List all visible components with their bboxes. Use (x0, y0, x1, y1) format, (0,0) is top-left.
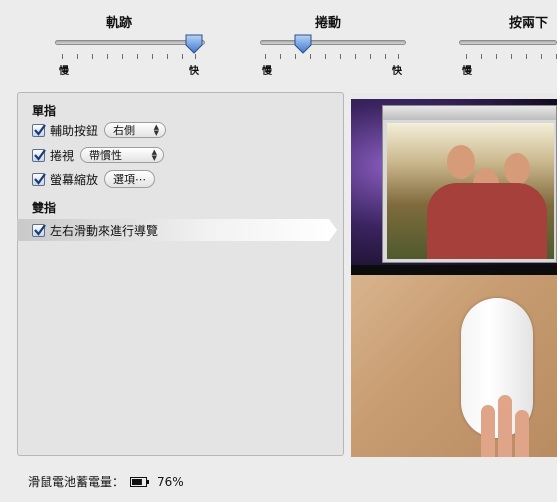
slider-track[interactable] (459, 40, 557, 45)
slider-knob[interactable] (294, 34, 312, 54)
slider-min-label: 慢 (462, 66, 472, 77)
section-title-single-finger: 單指 (32, 104, 57, 118)
slider-max-label: 快 (189, 66, 199, 77)
finger-image (515, 410, 529, 457)
person-face (504, 153, 530, 185)
preview-menubar (351, 93, 557, 99)
zoom-options-button[interactable]: 選項⋯ (104, 170, 156, 188)
slider-track[interactable] (55, 40, 205, 45)
secondary-click-popup[interactable]: 右側 ▲ ▼ (104, 122, 167, 138)
option-swipe-navigate[interactable]: 左右滑動來進行導覽 (32, 221, 158, 239)
section-title-two-finger: 雙指 (32, 201, 57, 215)
checkmark-icon (34, 223, 46, 236)
checkmark-icon (34, 172, 46, 185)
slider-min-label: 慢 (59, 66, 69, 77)
preview-screen (351, 93, 557, 275)
preview-window (382, 105, 557, 263)
slider-track[interactable] (260, 40, 406, 45)
people-bodies (427, 183, 547, 259)
option-label: 左右滑動來進行導覽 (50, 223, 159, 238)
slider-max-label: 快 (392, 66, 402, 77)
option-screen-zoom[interactable]: 螢幕縮放 選項⋯ (32, 170, 156, 188)
checkbox[interactable] (32, 172, 46, 186)
battery-label: 滑鼠電池蓄電量： (28, 475, 125, 489)
option-scroll[interactable]: 捲視 帶慣性 ▲ ▼ (32, 146, 165, 164)
option-label: 輔助按鈕 (50, 123, 99, 138)
option-secondary-click[interactable]: 輔助按鈕 右側 ▲ ▼ (32, 121, 167, 139)
finger-image (498, 395, 512, 457)
mouse-battery-status: 滑鼠電池蓄電量： 76% (28, 473, 184, 490)
preview-window-titlebar (383, 106, 556, 120)
option-label: 捲視 (50, 148, 75, 163)
popup-value: 帶慣性 (89, 149, 123, 162)
popup-value: 右側 (113, 124, 136, 137)
checkbox[interactable] (32, 148, 46, 162)
scroll-popup[interactable]: 帶慣性 ▲ ▼ (80, 147, 165, 163)
slider-knob[interactable] (185, 34, 203, 54)
preview-dock (351, 265, 557, 275)
checkbox[interactable] (32, 223, 46, 237)
updown-arrows-icon: ▲ ▼ (153, 123, 160, 137)
slider-title: 軌跡 (106, 16, 133, 31)
person-face (447, 145, 475, 179)
gesture-preview-video (351, 93, 557, 457)
checkmark-icon (34, 123, 46, 136)
preview-desk (351, 275, 557, 457)
updown-arrows-icon: ▲ ▼ (151, 148, 158, 162)
battery-percent: 76% (157, 474, 184, 489)
preview-photo (387, 123, 554, 259)
option-label: 螢幕縮放 (50, 172, 99, 187)
gesture-options-panel: 單指 輔助按鈕 右側 ▲ ▼ 捲視 帶慣性 ▲ ▼ 螢幕縮放 選項⋯ 雙指 左右滑動… (17, 92, 344, 456)
slider-title: 捲動 (315, 16, 342, 31)
checkbox[interactable] (32, 123, 46, 137)
battery-icon (130, 476, 150, 487)
slider-title: 按兩下 (509, 16, 549, 31)
checkmark-icon (34, 148, 46, 161)
slider-min-label: 慢 (262, 66, 272, 77)
finger-image (481, 405, 495, 457)
